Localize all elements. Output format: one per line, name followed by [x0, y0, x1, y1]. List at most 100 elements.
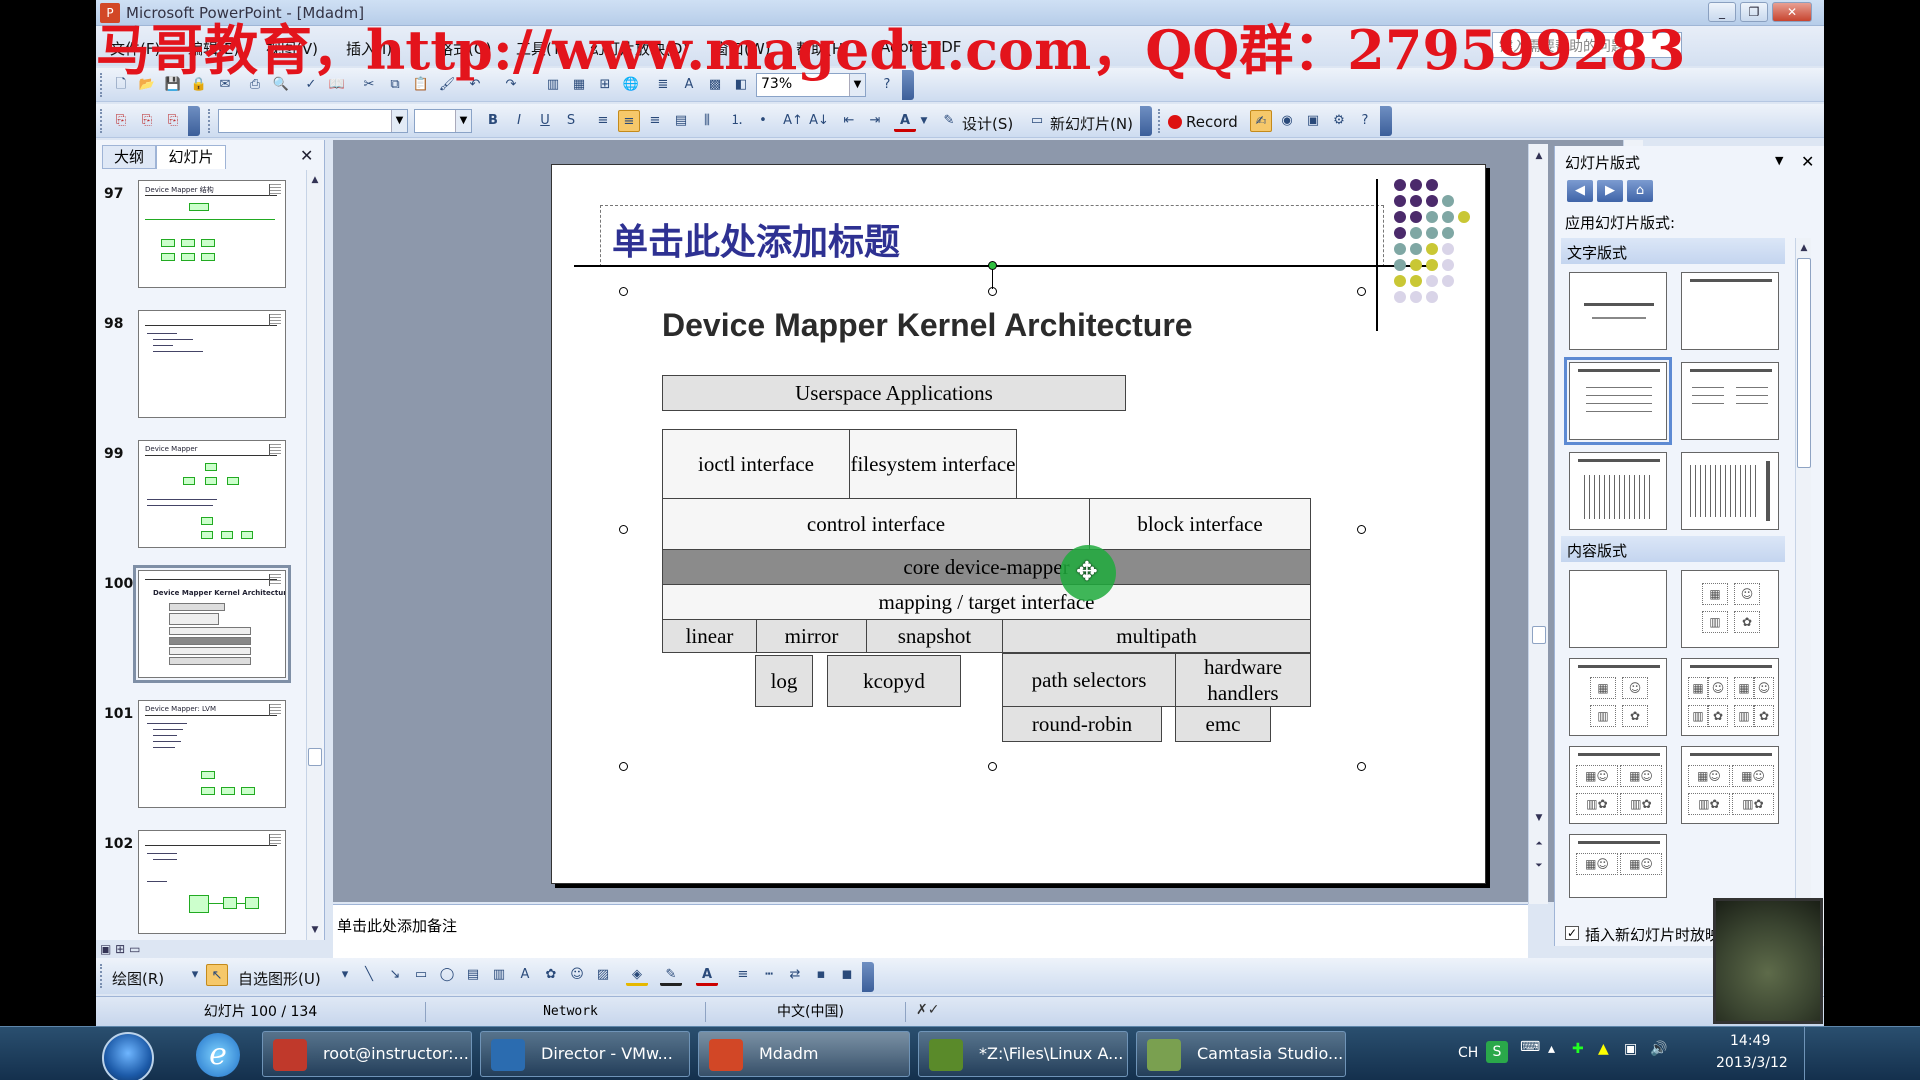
add-icon[interactable]: ✚ — [1572, 1041, 1584, 1057]
show-hidden-icons-icon[interactable]: ▴ — [1548, 1041, 1555, 1057]
italic-icon[interactable]: I — [508, 110, 530, 132]
slide-scrollbar[interactable]: ▲ ▼ ⏶ ⏷ — [1528, 144, 1548, 904]
show-desktop-button[interactable] — [1804, 1027, 1818, 1080]
diagram-icon[interactable]: ✿ — [540, 964, 562, 986]
previous-slide-icon[interactable]: ⏶ — [1531, 836, 1547, 852]
font-color-icon[interactable]: A — [696, 964, 718, 986]
line-style-icon[interactable]: ≡ — [732, 964, 754, 986]
close-button[interactable]: ✕ — [1772, 2, 1812, 22]
toolbar-grip[interactable] — [1158, 109, 1163, 133]
volume-icon[interactable]: 🔊 — [1650, 1041, 1667, 1057]
open-icon[interactable]: 📂 — [136, 74, 158, 96]
bullets-icon[interactable]: • — [752, 110, 774, 132]
chevron-down-icon[interactable]: ▼ — [391, 110, 407, 132]
toolbar-grip[interactable] — [100, 964, 105, 988]
layout-title-four-content[interactable]: ▦☺ ▦☺ ▥✿ ▥✿ — [1569, 746, 1667, 824]
text-direction-icon[interactable]: ⫼ — [696, 110, 718, 132]
bold-icon[interactable]: B — [482, 110, 504, 132]
decrease-font-icon[interactable]: A↓ — [808, 110, 830, 132]
slide-thumbnail[interactable] — [138, 310, 286, 418]
slide-canvas[interactable]: 单击此处添加标题 Device Mapper Kernel Architectu… — [551, 164, 1486, 884]
draw-menu-button[interactable]: 绘图(R) — [112, 968, 164, 989]
slides-panel-scrollbar[interactable]: ▲ ▼ — [306, 170, 322, 940]
layout-blank[interactable] — [1569, 570, 1667, 648]
color-grayscale-icon[interactable]: ◧ — [730, 74, 752, 96]
toolbar-options-icon[interactable] — [902, 70, 914, 100]
design-icon[interactable]: ✎ — [938, 110, 960, 132]
close-icon[interactable]: ✕ — [300, 146, 313, 165]
camtasia-help-icon[interactable]: ? — [1354, 110, 1376, 132]
layout-title-only[interactable] — [1681, 272, 1779, 350]
textbox-icon[interactable]: ▤ — [462, 964, 484, 986]
chevron-down-icon[interactable]: ▾ — [184, 964, 206, 986]
layout-title-content[interactable]: ▦ ☺ ▥ ✿ — [1569, 658, 1667, 736]
shadow-style-icon[interactable]: ▪ — [810, 964, 832, 986]
tab-outline[interactable]: 大纲 — [102, 145, 156, 169]
arrow-icon[interactable]: ↘ — [384, 964, 406, 986]
chevron-down-icon[interactable]: ▼ — [1775, 154, 1783, 167]
selection-handle[interactable] — [619, 762, 628, 771]
line-icon[interactable]: ╲ — [358, 964, 380, 986]
record-button[interactable]: Record — [1186, 113, 1238, 131]
slide-thumbnail[interactable]: Device Mapper — [138, 440, 286, 548]
taskbar-item-vmware[interactable]: Director - VMw... — [480, 1031, 690, 1077]
paste-icon[interactable]: 📋 — [410, 74, 432, 96]
pdf-review-icon[interactable]: ⎘ — [162, 110, 184, 132]
decrease-indent-icon[interactable]: ⇤ — [838, 110, 860, 132]
pdf-convert-icon[interactable]: ⎘ — [110, 110, 132, 132]
menu-adobe-pdf[interactable]: Adobe PDF — [880, 38, 961, 56]
task-pane-scrollbar[interactable]: ▲ — [1795, 238, 1811, 900]
font-name-combo[interactable]: ▼ — [218, 109, 408, 133]
permission-icon[interactable]: 🔒 — [188, 74, 210, 96]
spelling-status-icon[interactable]: ✗✓ — [916, 1002, 939, 1018]
clipart-icon[interactable]: ☺ — [566, 964, 588, 986]
numbering-icon[interactable]: ⒈ — [726, 110, 748, 132]
new-slide-icon[interactable]: ▭ — [1026, 110, 1048, 132]
taskbar-item-terminal[interactable]: root@instructor:... — [262, 1031, 472, 1077]
cut-icon[interactable]: ✂ — [358, 74, 380, 96]
close-icon[interactable]: ✕ — [1801, 152, 1814, 171]
selection-handle[interactable] — [619, 525, 628, 534]
redo-icon[interactable]: ↷ — [500, 74, 522, 96]
menu-slideshow[interactable]: 幻灯片放映(D) — [590, 38, 688, 59]
forward-icon[interactable]: ▶ — [1597, 180, 1623, 202]
print-preview-icon[interactable]: 🔍 — [270, 74, 292, 96]
next-slide-icon[interactable]: ⏷ — [1531, 858, 1547, 874]
menu-edit[interactable]: 编辑(E) — [188, 38, 239, 59]
help-search-input[interactable]: 键入需要帮助的问题 — [1492, 32, 1682, 58]
scroll-down-icon[interactable]: ▼ — [307, 922, 323, 938]
slide-thumbnail-selected[interactable]: Device Mapper Kernel Architecture — [133, 565, 291, 683]
toolbar-options-icon[interactable] — [188, 106, 200, 136]
slide-title-placeholder-text[interactable]: 单击此处添加标题 — [612, 213, 900, 265]
new-slide-button[interactable]: 新幻灯片(N) — [1050, 113, 1133, 134]
slide-thumbnail[interactable]: Device Mapper 结构 — [138, 180, 286, 288]
chevron-down-icon[interactable]: ▼ — [918, 110, 930, 132]
clock-date[interactable]: 2013/3/12 — [1716, 1055, 1788, 1071]
menu-help[interactable]: 帮助(H) — [796, 38, 849, 59]
increase-font-icon[interactable]: A↑ — [782, 110, 804, 132]
design-button[interactable]: 设计(S) — [962, 113, 1013, 134]
align-center-icon[interactable]: ≡ — [618, 110, 640, 132]
taskbar-item-camtasia[interactable]: Camtasia Studio... — [1136, 1031, 1346, 1077]
menu-format[interactable]: 格式(O) — [438, 38, 492, 59]
selection-handle[interactable] — [1357, 762, 1366, 771]
slide-thumbnail[interactable] — [138, 830, 286, 934]
3d-style-icon[interactable]: ◼ — [836, 964, 858, 986]
distribute-icon[interactable]: ▤ — [670, 110, 692, 132]
slide-sorter-icon[interactable]: ⊞ — [115, 942, 125, 956]
selection-handle[interactable] — [1357, 287, 1366, 296]
wordart-icon[interactable]: A — [514, 964, 536, 986]
network-icon[interactable]: ▣ — [1624, 1041, 1637, 1057]
help-icon[interactable]: ? — [876, 74, 898, 96]
menu-file[interactable]: 文件(F) — [110, 38, 160, 59]
layout-title-and-text[interactable] — [1564, 357, 1672, 445]
picture-icon[interactable]: ▨ — [592, 964, 614, 986]
show-grid-icon[interactable]: ▩ — [704, 74, 726, 96]
format-painter-icon[interactable]: 🖌 — [436, 74, 458, 96]
keyboard-icon[interactable]: ⌨ — [1520, 1039, 1540, 1055]
scroll-up-icon[interactable]: ▲ — [307, 172, 323, 188]
home-icon[interactable]: ⌂ — [1627, 180, 1653, 202]
layout-vertical-text[interactable] — [1569, 452, 1667, 530]
normal-view-icon[interactable]: ▣ — [100, 942, 111, 956]
dash-style-icon[interactable]: ┅ — [758, 964, 780, 986]
